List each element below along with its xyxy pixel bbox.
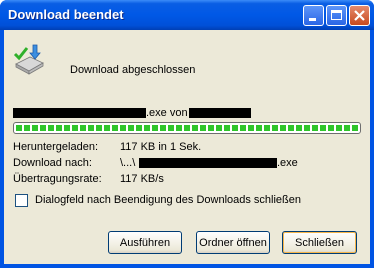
downloaded-value: 117 KB in 1 Sek. (120, 141, 202, 153)
redacted-filename (13, 108, 146, 118)
title-bar[interactable]: Download beendet (0, 0, 374, 30)
close-on-complete-checkbox[interactable] (15, 194, 28, 207)
dialog-window: Download beendet Download abgeschlossen … (0, 0, 374, 268)
window-title: Download beendet (8, 7, 124, 22)
close-dialog-button[interactable]: Schließen (282, 231, 357, 254)
open-folder-button[interactable]: Ordner öffnen (196, 231, 270, 254)
close-on-complete-label[interactable]: Dialogfeld nach Beendigung des Downloads… (35, 194, 301, 206)
close-button[interactable] (349, 5, 370, 26)
dialog-body: Download abgeschlossen .exe von Herunter… (4, 30, 370, 264)
status-text: Download abgeschlossen (70, 64, 196, 76)
target-path-prefix: \...\ (120, 157, 136, 169)
target-label: Download nach: (13, 157, 92, 169)
redacted-source (189, 108, 251, 118)
file-name-suffix: .exe von (146, 107, 188, 119)
minimize-button[interactable] (303, 5, 324, 26)
minimize-icon (309, 18, 316, 21)
rate-value: 117 KB/s (120, 173, 164, 185)
rate-label: Übertragungsrate: (13, 173, 102, 185)
downloaded-label: Heruntergeladen: (13, 141, 99, 153)
close-icon (354, 10, 365, 21)
target-path-suffix: .exe (277, 157, 298, 169)
maximize-icon (331, 10, 342, 20)
run-button[interactable]: Ausführen (108, 231, 182, 254)
progress-fill (16, 125, 358, 131)
redacted-target-path (139, 158, 277, 168)
progress-bar (13, 122, 361, 134)
download-complete-icon (13, 44, 44, 75)
maximize-button[interactable] (326, 5, 347, 26)
